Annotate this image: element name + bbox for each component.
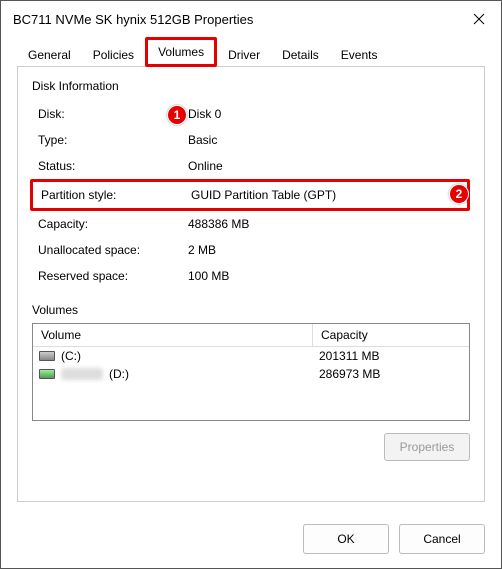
- properties-dialog: BC711 NVMe SK hynix 512GB Properties Gen…: [0, 0, 502, 569]
- label-reserved: Reserved space:: [38, 269, 188, 283]
- dialog-footer: OK Cancel: [1, 514, 501, 568]
- volume-label: (C:): [61, 349, 81, 363]
- value-status: Online: [188, 159, 470, 173]
- disk-info-heading: Disk Information: [32, 79, 470, 93]
- volumes-heading: Volumes: [32, 303, 470, 317]
- row-type: Type: Basic: [38, 127, 470, 153]
- volume-capacity: 286973 MB: [319, 367, 463, 381]
- volume-label: (D:): [109, 367, 129, 381]
- drive-icon: [39, 351, 55, 361]
- drive-icon: [39, 369, 55, 379]
- volume-row[interactable]: (D:) 286973 MB: [33, 365, 469, 383]
- dialog-content: General Policies Volumes Driver Details …: [1, 37, 501, 514]
- row-reserved: Reserved space: 100 MB: [38, 263, 470, 289]
- annotation-badge-1: 1: [167, 105, 187, 125]
- row-partition-style: Partition style: GUID Partition Table (G…: [30, 179, 470, 211]
- col-header-volume[interactable]: Volume: [33, 324, 313, 346]
- ok-button[interactable]: OK: [303, 524, 389, 554]
- tab-panel-volumes: Disk Information Disk: Disk 0 Type: Basi…: [17, 66, 485, 502]
- window-title: BC711 NVMe SK hynix 512GB Properties: [13, 12, 459, 27]
- row-unallocated: Unallocated space: 2 MB: [38, 237, 470, 263]
- close-button[interactable]: [459, 3, 499, 35]
- volume-properties-row: Properties: [32, 433, 470, 461]
- label-capacity: Capacity:: [38, 217, 188, 231]
- col-header-capacity[interactable]: Capacity: [313, 324, 469, 346]
- tab-driver[interactable]: Driver: [217, 42, 271, 67]
- titlebar: BC711 NVMe SK hynix 512GB Properties: [1, 1, 501, 37]
- value-type: Basic: [188, 133, 470, 147]
- volumes-list[interactable]: Volume Capacity (C:) 201311 MB (D:): [32, 323, 470, 421]
- close-icon: [473, 13, 485, 25]
- tab-strip: General Policies Volumes Driver Details …: [17, 41, 485, 67]
- disk-info-table: Disk: Disk 0 Type: Basic Status: Online …: [38, 101, 470, 289]
- label-unallocated: Unallocated space:: [38, 243, 188, 257]
- label-type: Type:: [38, 133, 188, 147]
- label-partition-style: Partition style:: [41, 188, 191, 202]
- value-partition-style: GUID Partition Table (GPT): [191, 188, 463, 202]
- volume-row[interactable]: (C:) 201311 MB: [33, 347, 469, 365]
- tab-volumes[interactable]: Volumes: [145, 37, 217, 67]
- tab-strip-wrap: General Policies Volumes Driver Details …: [17, 41, 485, 67]
- label-disk: Disk:: [38, 107, 188, 121]
- label-status: Status:: [38, 159, 188, 173]
- tab-policies[interactable]: Policies: [82, 42, 145, 67]
- value-reserved: 100 MB: [188, 269, 470, 283]
- row-status: Status: Online: [38, 153, 470, 179]
- volume-properties-button: Properties: [384, 433, 470, 461]
- cancel-button[interactable]: Cancel: [399, 524, 485, 554]
- tab-general[interactable]: General: [17, 42, 82, 67]
- row-capacity: Capacity: 488386 MB: [38, 211, 470, 237]
- value-unallocated: 2 MB: [188, 243, 470, 257]
- value-disk: Disk 0: [188, 107, 470, 121]
- volume-capacity: 201311 MB: [319, 349, 463, 363]
- volume-label-redacted: [61, 368, 103, 380]
- tab-events[interactable]: Events: [330, 42, 389, 67]
- annotation-badge-2: 2: [449, 184, 469, 204]
- value-capacity: 488386 MB: [188, 217, 470, 231]
- tab-details[interactable]: Details: [271, 42, 330, 67]
- row-disk: Disk: Disk 0: [38, 101, 470, 127]
- volumes-header-row: Volume Capacity: [33, 324, 469, 347]
